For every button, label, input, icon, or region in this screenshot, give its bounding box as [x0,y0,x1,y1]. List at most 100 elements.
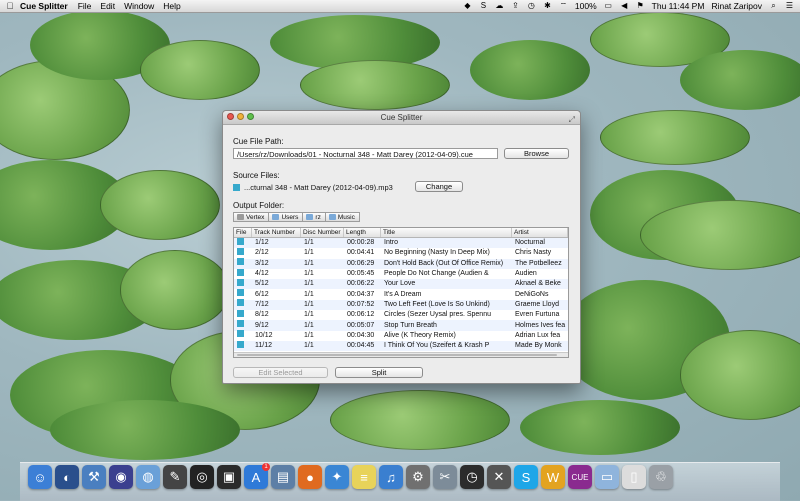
dock-item[interactable]: S [514,465,538,489]
menu-help[interactable]: Help [163,1,180,11]
crumb-vertex[interactable]: Vertex [233,212,270,222]
dock-item[interactable]: ✕ [487,465,511,489]
table-row[interactable]: 6/12 1/1 00:04:37 It's A Dream DeNiGoNs [234,289,568,299]
network-icon[interactable]: ◍ [136,465,160,489]
wizard-icon[interactable]: W [541,465,565,489]
cue-path-field[interactable]: /Users/rz/Downloads/01 - Nocturnal 348 -… [233,148,498,159]
volume-icon[interactable]: ◀ [620,2,629,10]
dock-item[interactable]: ▭ [595,465,619,489]
trash-icon[interactable]: ♲ [649,465,673,489]
crumb-rz[interactable]: rz [302,212,326,222]
col-title[interactable]: Title [381,228,512,237]
firefox-icon[interactable]: ● [298,465,322,489]
table-row[interactable]: 7/12 1/1 00:07:52 Two Left Feet (Love Is So… [234,299,568,311]
xcode-icon[interactable]: ⚒ [82,465,106,489]
itunes-icon[interactable]: ♫ [379,465,403,489]
time-machine-icon[interactable]: ◷ [527,2,536,10]
skype-icon[interactable]: S [514,465,538,489]
table-row[interactable]: 10/12 1/1 00:04:30 Alive (K Theory Remix) Ad… [234,330,568,341]
menu-window[interactable]: Window [124,1,154,11]
utility-icon[interactable]: ✂ [433,465,457,489]
notes-icon[interactable]: ≡ [352,465,376,489]
dock-item[interactable]: ◐ [55,465,79,489]
dock-item[interactable]: ⚒ [82,465,106,489]
dock-item[interactable]: ◎ [190,465,214,489]
menu-app-name[interactable]: Cue Splitter [20,1,68,11]
wifi-icon[interactable]: ⌔ [559,2,568,10]
col-artist[interactable]: Artist [512,228,568,237]
menu-file[interactable]: File [78,1,92,11]
dock-item[interactable]: ◉ [109,465,133,489]
dock-item[interactable]: ≡ [352,465,376,489]
col-track-number[interactable]: Track Number [252,228,301,237]
horizontal-scrollbar[interactable] [234,352,568,357]
col-length[interactable]: Length [344,228,381,237]
table-row[interactable]: 1/12 1/1 00:00:28 Intro Nocturnal [234,237,568,249]
cloud-icon[interactable]: ☁ [495,2,504,10]
upload-icon[interactable]: ⇪ [511,2,520,10]
table-row[interactable]: 3/12 1/1 00:06:29 Don't Hold Back (Out Of O… [234,258,568,269]
dock-item[interactable]: ▤ [271,465,295,489]
dock-item[interactable]: W [541,465,565,489]
dashboard-icon[interactable]: ◐ [55,465,79,489]
menu-clock[interactable]: Thu 11:44 PM [652,1,705,11]
dock-item[interactable]: A1 [244,463,270,489]
flag-icon[interactable]: ⚑ [636,2,645,10]
window-titlebar[interactable]: Cue Splitter ⤢ [223,111,580,125]
crumb-users[interactable]: Users [268,212,304,222]
spotlight-icon[interactable]: ⌕ [769,2,778,10]
grapher-icon[interactable]: ✕ [487,465,511,489]
dropbox-icon[interactable]: ◆ [463,2,472,10]
tracks-table[interactable]: File Track Number Disc Number Length Tit… [233,227,569,358]
bluetooth-icon[interactable]: ✱ [543,2,552,10]
table-row[interactable]: 5/12 1/1 00:06:22 Your Love Aknael & Beke [234,278,568,290]
skype-status-icon[interactable]: S [479,2,488,10]
dock-item[interactable]: ♲ [649,465,673,489]
dock-item[interactable]: ♫ [379,465,403,489]
preview-icon[interactable]: ▤ [271,465,295,489]
dock-item[interactable]: ⚙ [406,465,430,489]
change-button[interactable]: Change [415,181,463,192]
system-prefs-icon[interactable]: ⚙ [406,465,430,489]
crumb-music[interactable]: Music [324,212,360,222]
edit-selected-button[interactable]: Edit Selected [233,367,328,378]
apple-menu-icon[interactable]:  [0,1,20,11]
notification-center-icon[interactable]: ☰ [785,2,794,10]
dock-item[interactable]: ▯ [622,465,646,489]
browse-button[interactable]: Browse [504,148,569,159]
dock-item[interactable]: ☺ [28,465,52,489]
clock-icon[interactable]: ◷ [460,465,484,489]
tools-icon[interactable]: ✎ [163,465,187,489]
eclipse-icon[interactable]: ◉ [109,465,133,489]
table-row[interactable]: 9/12 1/1 00:05:07 Stop Turn Breath Holmes Iv… [234,320,568,331]
dock-item[interactable]: ◍ [136,465,160,489]
dock-item[interactable]: ✂ [433,465,457,489]
dock-item[interactable]: ✦ [325,465,349,489]
table-row[interactable]: 4/12 1/1 00:05:45 People Do Not Change (Aud… [234,268,568,279]
table-row[interactable]: 2/12 1/1 00:04:41 No Beginning (Nasty In De… [234,247,568,258]
finder-icon[interactable]: ☺ [28,465,52,489]
zoom-icon[interactable] [247,113,254,120]
close-icon[interactable] [227,113,234,120]
output-path-control[interactable]: Vertex Users rz Music [233,212,360,222]
menu-edit[interactable]: Edit [100,1,115,11]
dock-item[interactable]: ◷ [460,465,484,489]
col-file[interactable]: File [234,228,252,237]
cue-splitter-icon[interactable]: CUE [568,465,592,489]
minimize-icon[interactable] [237,113,244,120]
document-icon[interactable]: ▯ [622,465,646,489]
table-row[interactable]: 11/12 1/1 00:04:45 I Think Of You (Szeifert… [234,340,568,352]
battery-icon[interactable]: ▭ [604,2,613,10]
table-row[interactable]: 8/12 1/1 00:06:12 Circles (Sezer Uysal pres… [234,309,568,320]
folder-icon[interactable]: ▭ [595,465,619,489]
scroll-thumb[interactable] [237,354,557,356]
menu-user[interactable]: Rinat Zaripov [711,1,762,11]
dock-item[interactable]: ✎ [163,465,187,489]
camera-icon[interactable]: ◎ [190,465,214,489]
col-disc-number[interactable]: Disc Number [301,228,344,237]
fullscreen-icon[interactable]: ⤢ [569,113,575,126]
photo-booth-icon[interactable]: ▣ [217,465,241,489]
battery-percent[interactable]: 100% [575,1,597,11]
dock-item[interactable]: ▣ [217,465,241,489]
dock-item[interactable]: ● [298,465,322,489]
